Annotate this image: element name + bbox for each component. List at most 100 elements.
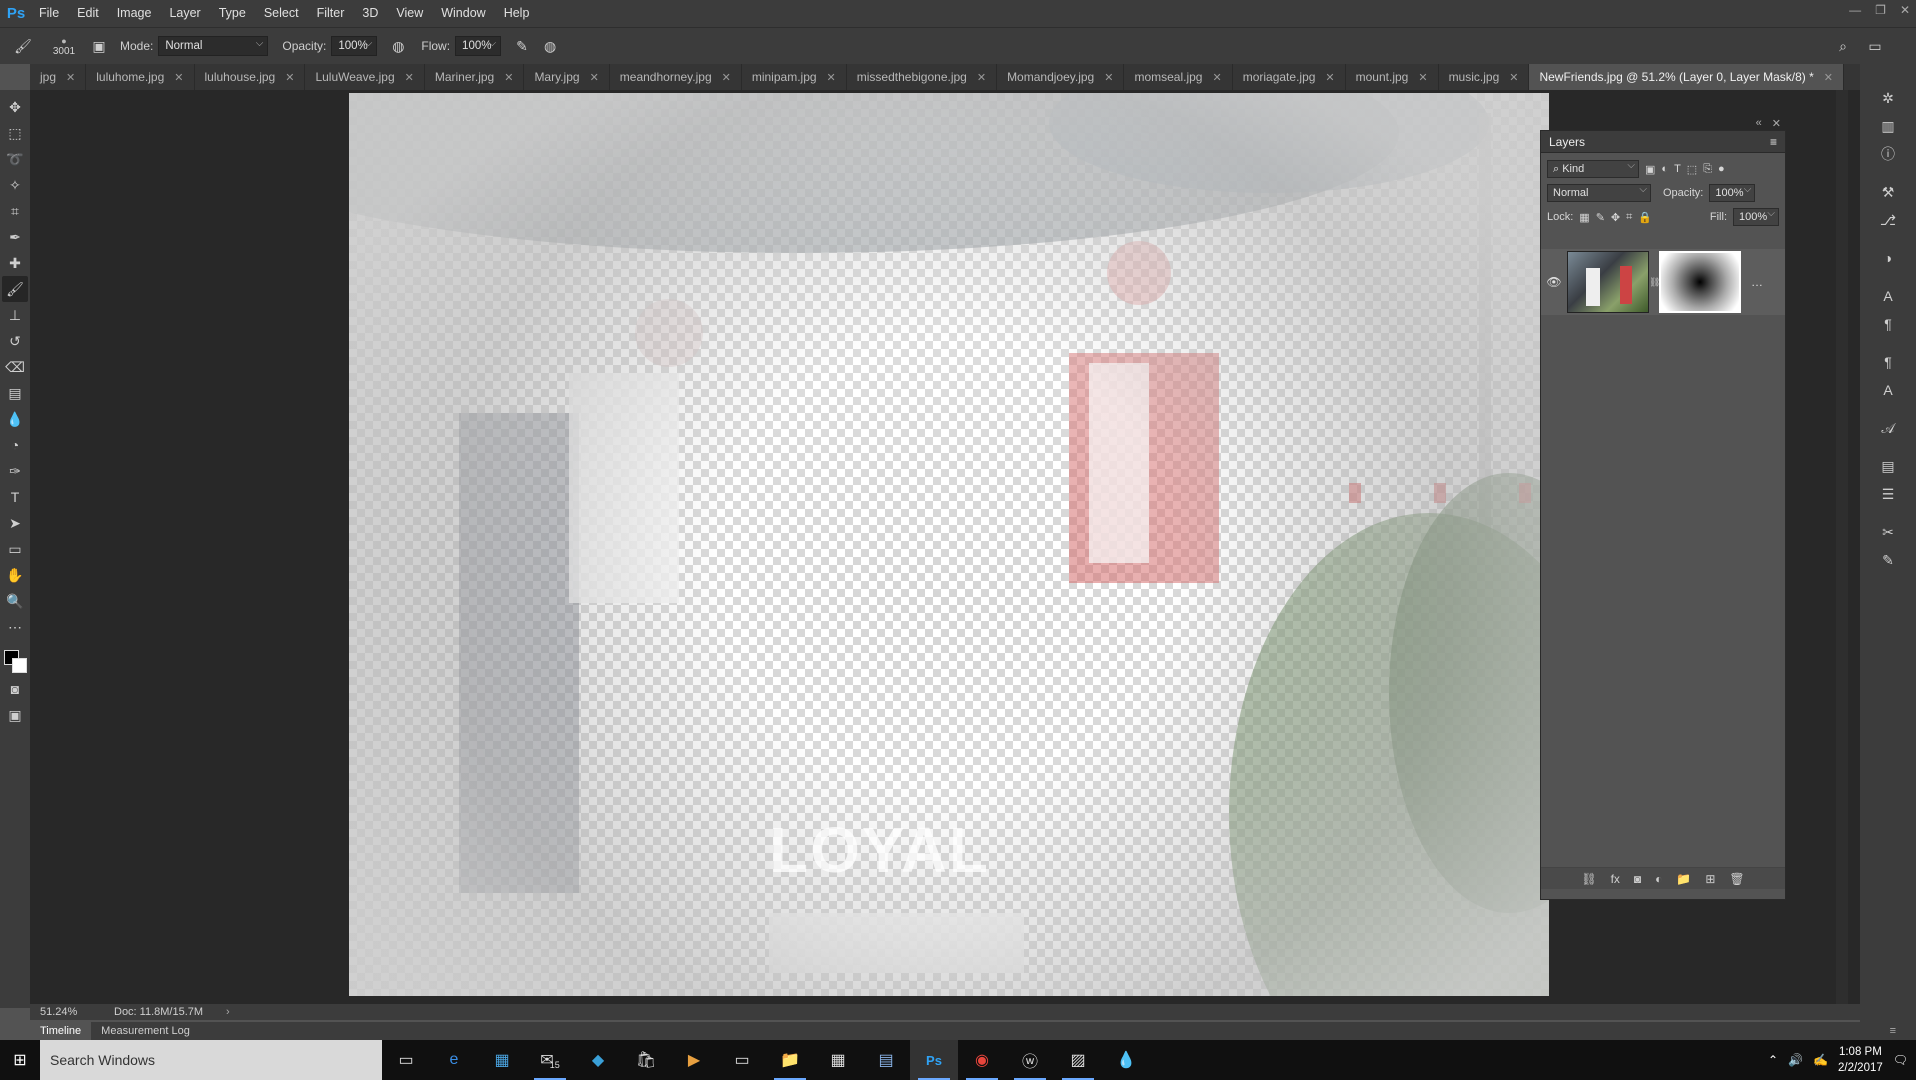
marquee-tool-icon[interactable]: ⬚ <box>2 120 28 146</box>
new-layer-icon[interactable]: ⊞ <box>1705 872 1715 886</box>
menu-layer[interactable]: Layer <box>160 0 209 27</box>
collapse-icon[interactable]: « <box>1756 117 1762 130</box>
brush-tool-preset-icon[interactable]: 🖌 <box>12 35 34 57</box>
panel-menu-icon[interactable]: ≡ <box>1890 1025 1896 1037</box>
fx-icon[interactable]: fx <box>1611 872 1620 886</box>
move-tool-icon[interactable]: ✥ <box>2 94 28 120</box>
brushes-icon[interactable]: ✎ <box>1868 548 1908 572</box>
history-brush-tool-icon[interactable]: ↺ <box>2 328 28 354</box>
magic-wand-tool-icon[interactable]: ✧ <box>2 172 28 198</box>
tab-document[interactable]: luluhome.jpg ✕ <box>86 64 195 90</box>
tools-icon[interactable]: ✂ <box>1868 520 1908 544</box>
type-tool-icon[interactable]: T <box>2 484 28 510</box>
opacity-input[interactable]: 100% <box>331 35 378 56</box>
character-styles-icon[interactable]: A <box>1868 378 1908 402</box>
libraries-icon[interactable]: ▤ <box>1868 454 1908 478</box>
mode-select[interactable]: Normal <box>158 35 269 56</box>
photoshop-taskbar-icon[interactable]: Ps <box>910 1040 958 1080</box>
lock-artboard-icon[interactable]: ⌗ <box>1626 211 1632 224</box>
glyphs-icon[interactable]: 𝒜 <box>1868 416 1908 440</box>
tray-overflow-icon[interactable]: ⌃ <box>1768 1053 1778 1067</box>
minimize-icon[interactable]: — <box>1849 3 1861 17</box>
edge-icon[interactable]: e <box>430 1040 478 1080</box>
delete-layer-icon[interactable]: 🗑 <box>1729 872 1744 886</box>
menu-3d[interactable]: 3D <box>353 0 387 27</box>
tab-document[interactable]: momseal.jpg ✕ <box>1124 64 1233 90</box>
movies-icon[interactable]: ▶ <box>670 1040 718 1080</box>
mask-link-icon[interactable]: ⛓ <box>1649 277 1660 288</box>
word-app-icon[interactable]: ⓦ <box>1006 1040 1054 1080</box>
blend-mode-select[interactable]: Normal <box>1547 182 1651 202</box>
status-menu-icon[interactable]: › <box>226 1006 230 1018</box>
visibility-eye-icon[interactable]: 👁 <box>1541 275 1567 289</box>
eraser-tool-icon[interactable]: ⌫ <box>2 354 28 380</box>
close-icon[interactable]: ✕ <box>504 71 513 84</box>
image-canvas[interactable]: LOYAL <box>349 93 1549 996</box>
add-mask-icon[interactable]: ◙ <box>1634 872 1641 886</box>
brush-size-picker[interactable]: ● 3001 <box>46 36 82 57</box>
hand-tool-icon[interactable]: ✋ <box>2 562 28 588</box>
tab-document[interactable]: meandhorney.jpg ✕ <box>610 64 742 90</box>
tab-document[interactable]: Mariner.jpg ✕ <box>425 64 525 90</box>
adjustment-filter-icon[interactable]: ◐ <box>1661 163 1668 176</box>
mail-icon[interactable]: ✉ 15 <box>526 1040 574 1080</box>
close-icon[interactable]: ✕ <box>1824 71 1833 84</box>
close-icon[interactable]: ✕ <box>1418 71 1427 84</box>
menu-window[interactable]: Window <box>432 0 494 27</box>
tab-document[interactable]: jpg ✕ <box>30 64 87 90</box>
close-icon[interactable]: ✕ <box>1212 71 1221 84</box>
more-tools-icon[interactable]: ⋯ <box>2 614 28 640</box>
shape-tool-icon[interactable]: ▭ <box>2 536 28 562</box>
menu-edit[interactable]: Edit <box>68 0 108 27</box>
lock-transparent-icon[interactable]: ▦ <box>1579 211 1589 224</box>
pen-tool-icon[interactable]: ✑ <box>2 458 28 484</box>
path-selection-tool-icon[interactable]: ➤ <box>2 510 28 536</box>
panel-menu-icon[interactable]: ≡ <box>1770 135 1777 149</box>
tab-document[interactable]: minipam.jpg ✕ <box>742 64 847 90</box>
color-swatches[interactable] <box>2 646 28 676</box>
layer-more-icon[interactable]: … <box>1751 275 1763 289</box>
quick-mask-icon[interactable]: ◙ <box>2 676 28 702</box>
tab-timeline[interactable]: Timeline <box>30 1022 92 1040</box>
fill-input[interactable]: 100% <box>1733 206 1779 226</box>
swatches-panel-icon[interactable]: ▥ <box>1868 114 1908 138</box>
store-icon[interactable]: 🛍 <box>622 1040 670 1080</box>
shape-filter-icon[interactable]: ⬚ <box>1687 163 1697 176</box>
close-icon[interactable]: ✕ <box>174 71 183 84</box>
file-explorer-icon[interactable]: 📁 <box>766 1040 814 1080</box>
menu-select[interactable]: Select <box>255 0 308 27</box>
adjustments-icon[interactable]: ◑ <box>1868 246 1908 270</box>
brush-panel-icon[interactable]: ▣ <box>88 35 110 57</box>
clone-source-icon[interactable]: ⎇ <box>1868 208 1908 232</box>
calculator-icon[interactable]: ▦ <box>814 1040 862 1080</box>
zoom-tool-icon[interactable]: 🔍 <box>2 588 28 614</box>
type-filter-icon[interactable]: T <box>1674 163 1681 176</box>
notepad-icon[interactable]: ▤ <box>862 1040 910 1080</box>
windows-start-icon[interactable]: ⊞ <box>0 1040 40 1080</box>
menu-filter[interactable]: Filter <box>308 0 354 27</box>
menu-view[interactable]: View <box>387 0 432 27</box>
close-icon[interactable]: ✕ <box>66 71 75 84</box>
blur-tool-icon[interactable]: 💧 <box>2 406 28 432</box>
terminal-icon[interactable]: ▭ <box>718 1040 766 1080</box>
menu-help[interactable]: Help <box>495 0 539 27</box>
paragraph-styles-icon[interactable]: ¶ <box>1868 350 1908 374</box>
kind-filter-select[interactable]: ⌕ Kind <box>1547 158 1639 178</box>
dodge-tool-icon[interactable]: ◔ <box>2 432 28 458</box>
menu-type[interactable]: Type <box>210 0 255 27</box>
tab-measurement-log[interactable]: Measurement Log <box>91 1025 200 1037</box>
layers-tab[interactable]: Layers <box>1549 135 1585 149</box>
close-icon[interactable]: ✕ <box>1325 71 1334 84</box>
close-icon[interactable]: ✕ <box>1104 71 1113 84</box>
close-icon[interactable]: ✕ <box>405 71 414 84</box>
character-panel-icon[interactable]: A <box>1868 284 1908 308</box>
background-color-swatch[interactable] <box>12 658 27 673</box>
clone-stamp-tool-icon[interactable]: ⊥ <box>2 302 28 328</box>
menu-file[interactable]: File <box>30 0 68 27</box>
airbrush-icon[interactable]: ✎ <box>511 35 533 57</box>
pixel-filter-icon[interactable]: ▣ <box>1645 163 1655 176</box>
tab-document[interactable]: missedthebigone.jpg ✕ <box>847 64 998 90</box>
new-group-icon[interactable]: 📁 <box>1676 872 1691 886</box>
menu-image[interactable]: Image <box>108 0 161 27</box>
info-panel-icon[interactable]: ⓘ <box>1868 142 1908 166</box>
